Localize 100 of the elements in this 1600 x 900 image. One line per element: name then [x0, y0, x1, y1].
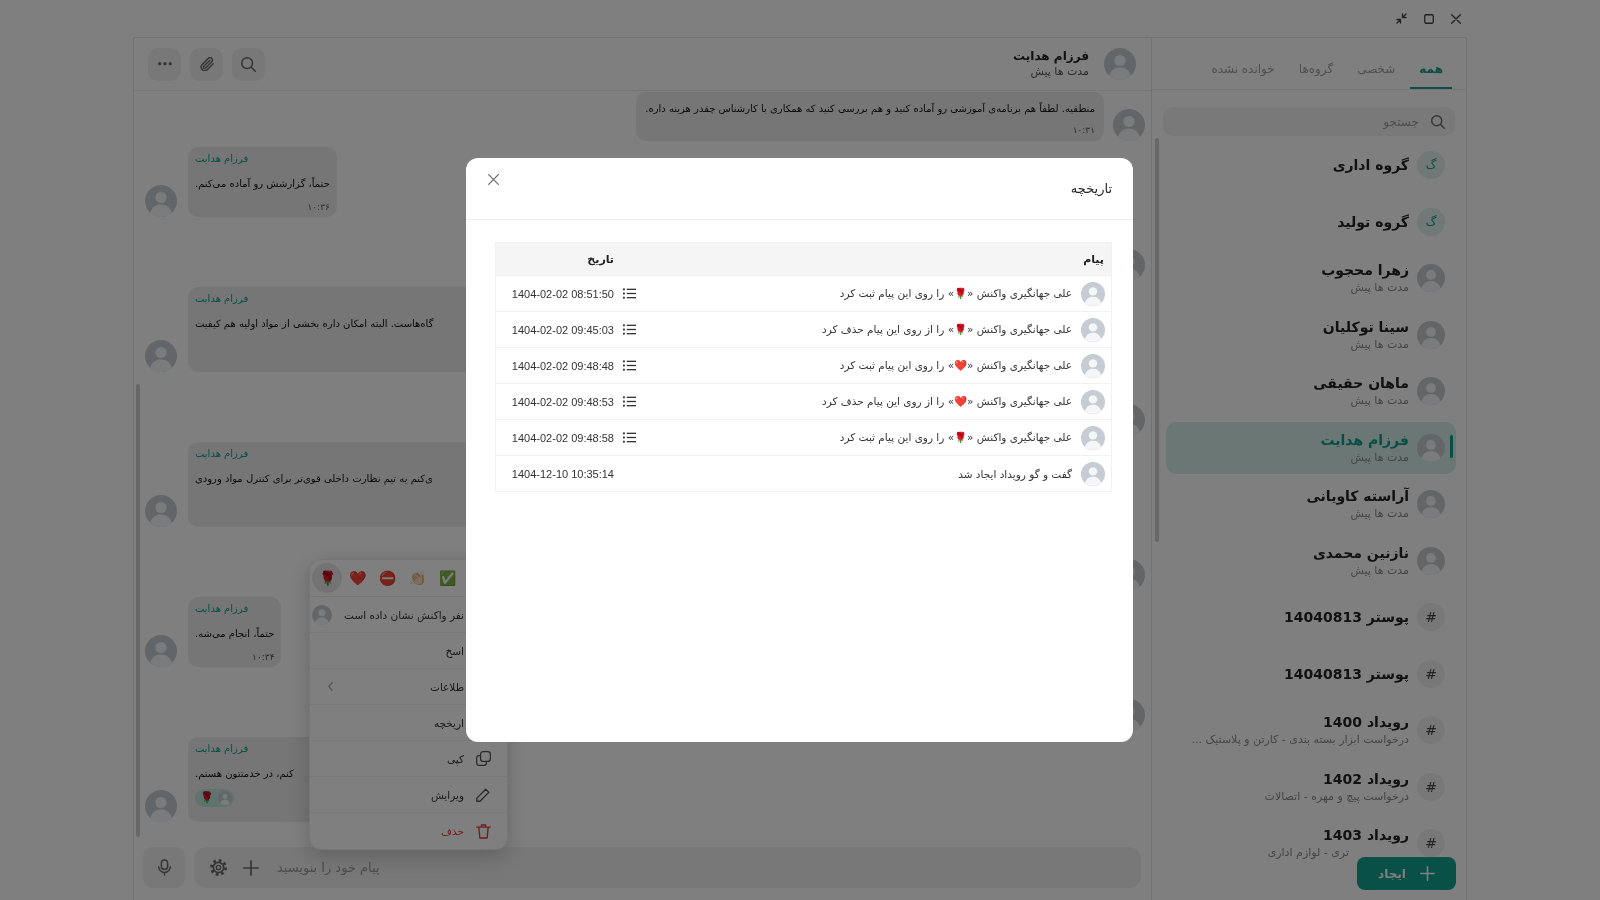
chat-name: ماهان حقیقی	[1313, 374, 1409, 393]
arrows-diagonal-icon[interactable]	[1396, 13, 1407, 24]
column-header: تاریخ	[587, 252, 614, 266]
chat-subtitle: مدت ها پیش	[1350, 393, 1409, 409]
reaction-button[interactable]: ✅	[432, 563, 462, 593]
search-button[interactable]	[232, 47, 265, 81]
plus-icon	[1419, 866, 1435, 881]
user-avatar	[145, 185, 177, 217]
pencil-icon	[476, 787, 490, 802]
message-text: منطقیه. لطفاً هم برنامه‌ی آموزشی رو آماده کنید و هم بررسی کنید که همکاری با کارشناس چقدر هزینه داره.	[645, 101, 1095, 117]
attach-button[interactable]	[190, 47, 223, 81]
tab[interactable]: همه	[1410, 56, 1452, 89]
list-icon[interactable]	[622, 324, 636, 335]
chat-list-item[interactable]: # پوستر 14040813	[1166, 591, 1456, 643]
user-avatar	[1417, 264, 1445, 293]
sender-name: فرزام هدایت	[195, 152, 249, 166]
reaction-chip[interactable]: 🌹	[195, 789, 234, 807]
chat-list-item[interactable]: # پوستر 14040813	[1166, 648, 1456, 700]
maximize-icon[interactable]	[1424, 13, 1434, 24]
user-avatar	[1417, 377, 1445, 406]
microphone-button[interactable]	[143, 847, 185, 888]
chat-list-item[interactable]: سینا توکلیان مدت ها پیش	[1166, 309, 1456, 361]
list-icon[interactable]	[622, 288, 636, 299]
reaction-button[interactable]: ⛔	[372, 563, 402, 593]
list-icon[interactable]	[622, 396, 636, 407]
reaction-button[interactable]: 👏🏻	[402, 563, 432, 593]
user-avatar	[1081, 425, 1105, 450]
chat-name: زهرا محجوب	[1321, 261, 1409, 280]
chat-name: گروه اداری	[1332, 156, 1409, 175]
user-avatar	[145, 635, 177, 667]
chat-name: آراسته کاویانی	[1306, 487, 1409, 506]
message-text: کنم، در خدمتتون هستم.	[195, 767, 294, 782]
user-avatar	[145, 790, 177, 822]
chat-list-item[interactable]: نازنین محمدی مدت ها پیش	[1166, 535, 1456, 587]
chat-subtitle: مدت ها پیش	[1350, 506, 1409, 522]
trash-icon	[475, 823, 491, 839]
chat-name: سینا توکلیان	[1322, 317, 1409, 336]
chat-name: فرزام هدایت	[1320, 430, 1409, 449]
group-avatar: گ	[1417, 207, 1445, 236]
reaction-button[interactable]: ❤	[342, 563, 372, 593]
chat-subtitle: مدت ها پیش	[1350, 336, 1409, 352]
message-text: حتماً، گزارشش رو آماده می‌کنم.	[195, 176, 330, 192]
chat-list-item[interactable]: # رویداد 1402 درخواست پیچ و مهره - اتصالات	[1166, 761, 1456, 813]
channel-avatar: #	[1417, 716, 1445, 745]
chat-list-item[interactable]: گ گروه تولید	[1166, 196, 1456, 248]
message-time: ۱۰:۳۱	[1072, 124, 1095, 136]
user-avatar	[312, 604, 332, 625]
chat-name: پوستر 14040813	[1283, 664, 1409, 683]
channel-avatar: #	[1417, 603, 1445, 632]
menu-item[interactable]: حذف	[310, 813, 507, 849]
message-text: گاه‌هاست. البته امکان داره بخشی از مواد اولیه هم کیفیت	[195, 317, 434, 332]
settings-icon[interactable]	[210, 859, 227, 876]
user-avatar	[1417, 546, 1445, 575]
search-icon	[241, 56, 256, 72]
copy-icon	[475, 751, 491, 766]
table-cell: 1404-02-02 09:48:53	[511, 395, 614, 408]
chat-list-item[interactable]: زهرا محجوب مدت ها پیش	[1166, 252, 1456, 304]
list-icon[interactable]	[622, 360, 636, 371]
chat-list-item[interactable]: # رویداد 1400 درخواست ابزار بسته بندی - کارتن و پلاستیک ...	[1166, 704, 1456, 756]
reaction-button[interactable]: 🌹	[312, 563, 342, 593]
user-avatar	[1081, 317, 1105, 342]
close-icon[interactable]	[1451, 13, 1461, 24]
table-cell: 1404-02-02 08:51:50	[511, 287, 614, 300]
chat-name: نازنین محمدی	[1312, 543, 1409, 562]
user-avatar	[1081, 461, 1105, 486]
user-avatar	[145, 340, 177, 372]
table-cell: علی جهانگیری واکنش «🌹» را از روی این پیام حذف کرد	[822, 323, 1072, 336]
sender-name: فرزام هدایت	[195, 742, 249, 756]
message-time: ۱۰:۳۶	[307, 201, 330, 213]
table-cell: علی جهانگیری واکنش «🌹» را روی این پیام ثبت کرد	[839, 431, 1072, 444]
message-text: ی‌کنم یه تیم نظارت داخلی قوی‌تر برای کنترل مواد ورودی	[195, 472, 433, 487]
dialog-title: تاریخچه	[1070, 181, 1112, 196]
table-cell: 1404-02-02 09:48:48	[511, 359, 614, 372]
sender-name: فرزام هدایت	[195, 602, 249, 616]
message-text: حتماً، انجام می‌شه.	[195, 626, 275, 641]
user-avatar	[1113, 109, 1145, 141]
user-avatar	[1081, 353, 1105, 378]
chat-name: گروه تولید	[1337, 212, 1409, 231]
user-avatar	[1417, 433, 1445, 462]
list-icon[interactable]	[622, 432, 636, 443]
menu-item[interactable]: ویرایش	[310, 777, 507, 813]
user-avatar	[218, 791, 232, 805]
chat-name: رویداد 1403	[1323, 826, 1409, 845]
user-avatar	[1417, 320, 1445, 349]
user-avatar	[145, 495, 177, 527]
plus-icon[interactable]	[243, 859, 259, 876]
column-header: پیام	[1083, 252, 1104, 266]
close-icon[interactable]	[488, 174, 499, 185]
user-avatar	[1081, 389, 1105, 414]
chat-list-item[interactable]: گ گروه اداری	[1166, 139, 1456, 191]
channel-avatar: #	[1417, 772, 1445, 801]
chat-list-item[interactable]: آراسته کاویانی مدت ها پیش	[1166, 478, 1456, 530]
chat-subtitle: تری - لوازم اداری	[1267, 845, 1349, 861]
chat-name: رویداد 1400	[1323, 713, 1409, 732]
search-icon	[1431, 114, 1445, 129]
chat-list-item[interactable]: ماهان حقیقی مدت ها پیش	[1166, 365, 1456, 417]
create-button[interactable]: ایجاد	[1357, 857, 1456, 890]
chat-subtitle: درخواست پیچ و مهره - اتصالات	[1264, 788, 1409, 804]
user-avatar	[1081, 281, 1105, 306]
table-cell: گفت و گو رویداد ایجاد شد	[958, 467, 1072, 480]
